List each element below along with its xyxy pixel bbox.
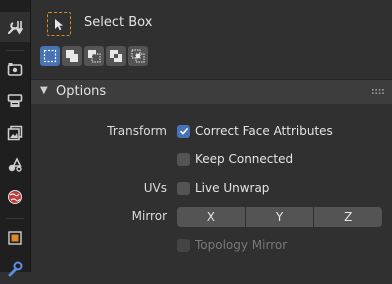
object-icon (8, 231, 22, 245)
checkbox-label: Keep Connected (195, 152, 294, 166)
tab-modifier[interactable] (0, 254, 30, 284)
checkbox-disabled (177, 238, 190, 252)
properties-sidebar (0, 0, 30, 277)
drag-grip-icon[interactable] (372, 89, 384, 95)
tab-render[interactable] (0, 54, 30, 84)
mirror-z-button[interactable]: Z (314, 207, 383, 227)
uvs-label: UVs (143, 181, 167, 195)
options-title: Options (56, 84, 107, 99)
mode-new-icon (43, 49, 57, 63)
mode-extend-icon (66, 50, 78, 62)
checkbox-label: Topology Mirror (195, 238, 288, 252)
checkmark-icon (179, 127, 188, 135)
modifier-icon (8, 261, 23, 277)
output-icon (7, 94, 23, 107)
tab-object[interactable] (0, 223, 30, 253)
mirror-label: Mirror (131, 209, 167, 223)
mode-subtract-icon (88, 50, 101, 63)
select-box-tool-button[interactable] (47, 12, 71, 36)
topology-mirror-checkbox: Topology Mirror (177, 238, 287, 252)
mode-invert-icon (110, 50, 122, 62)
correct-face-attributes-checkbox[interactable]: Correct Face Attributes (177, 124, 333, 138)
options-panel-header[interactable]: ▼ Options (31, 80, 392, 104)
tab-tool[interactable] (0, 12, 30, 42)
mode-intersect-button[interactable] (128, 46, 148, 66)
mode-intersect-icon (131, 49, 145, 63)
view-layer-icon (7, 125, 23, 141)
checkbox-checked[interactable] (177, 124, 190, 138)
scene-icon (8, 157, 22, 172)
tab-output[interactable] (0, 86, 30, 116)
world-icon (8, 190, 22, 204)
mirror-y-button[interactable]: Y (245, 207, 314, 227)
mode-new-button[interactable] (40, 46, 60, 66)
checkbox-unchecked[interactable] (177, 152, 190, 166)
checkbox-label: Live Unwrap (195, 181, 270, 195)
tool-name: Select Box (84, 15, 153, 30)
select-box-icon (55, 18, 63, 30)
transform-label: Transform (107, 124, 167, 138)
selection-mode-group (40, 46, 148, 66)
keep-connected-checkbox[interactable]: Keep Connected (177, 152, 293, 166)
tab-view-layer[interactable] (0, 118, 30, 148)
tool-settings-panel: Select Box ▼ Options Transform Correct F… (31, 0, 392, 272)
mirror-x-button[interactable]: X (177, 207, 245, 227)
checkbox-label: Correct Face Attributes (195, 124, 333, 138)
live-unwrap-checkbox[interactable]: Live Unwrap (177, 181, 269, 195)
mode-subtract-button[interactable] (84, 46, 104, 66)
tool-icon (7, 21, 23, 35)
mode-extend-button[interactable] (62, 46, 82, 66)
render-icon (7, 63, 23, 76)
mirror-axis-group: X Y Z (177, 207, 383, 227)
tab-scene[interactable] (0, 150, 30, 180)
tab-world[interactable] (0, 182, 30, 212)
checkbox-unchecked[interactable] (177, 181, 190, 195)
mode-invert-button[interactable] (106, 46, 126, 66)
collapse-arrow-icon: ▼ (40, 85, 48, 96)
